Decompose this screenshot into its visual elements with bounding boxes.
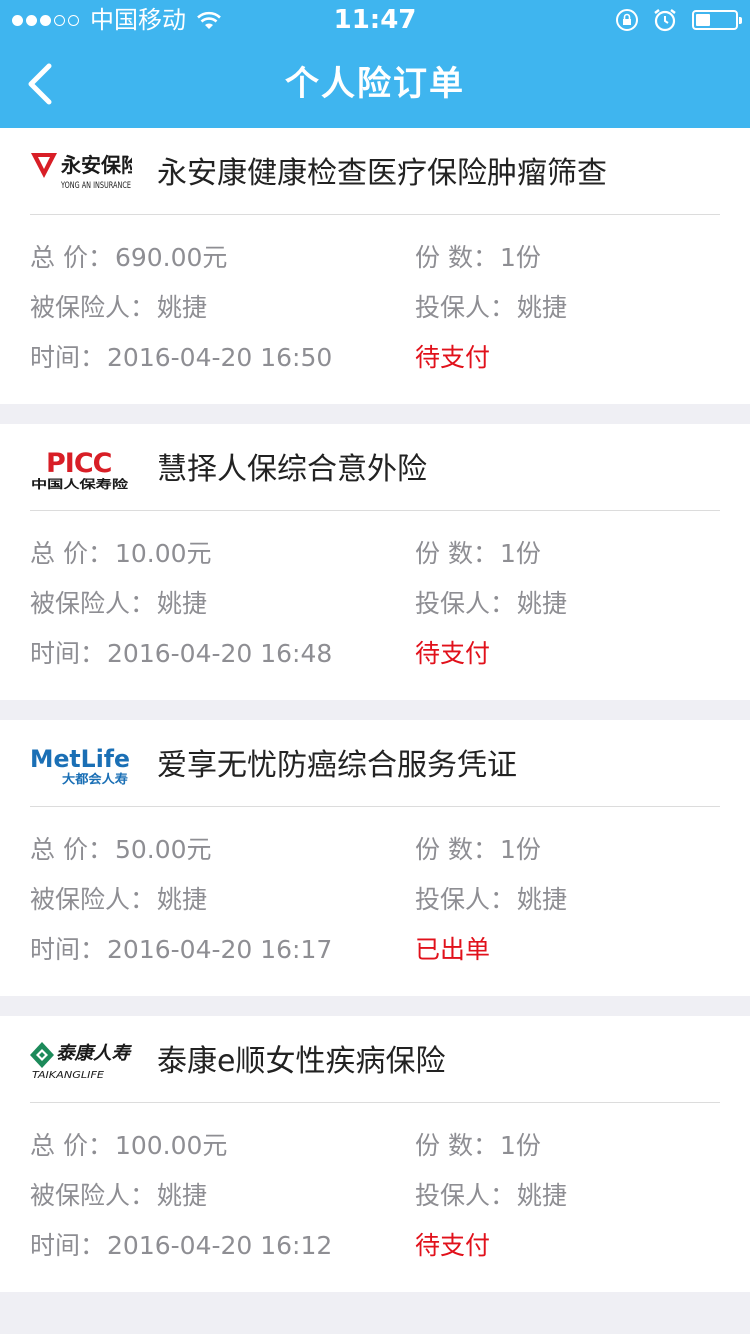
insured-label: 被保险人： bbox=[30, 589, 156, 618]
order-card-header: 永安保险 YONG AN INSURANCE 永安康健康检查医疗保险肿瘤筛查 bbox=[30, 128, 720, 215]
policyholder-label: 投保人： bbox=[415, 1181, 516, 1210]
insured-person: 被保险人：姚捷 bbox=[30, 883, 207, 917]
order-list: 永安保险 YONG AN INSURANCE 永安康健康检查医疗保险肿瘤筛查 总… bbox=[0, 128, 750, 1312]
svg-text:永安保险: 永安保险 bbox=[60, 153, 132, 177]
svg-text:YONG AN INSURANCE: YONG AN INSURANCE bbox=[60, 181, 131, 191]
order-time: 时间：2016-04-20 16:48 bbox=[30, 637, 332, 671]
total-price-label: 总 价： bbox=[30, 243, 113, 272]
policyholder-value: 姚捷 bbox=[517, 293, 568, 322]
product-name: 慧择人保综合意外险 bbox=[157, 452, 427, 487]
copies-value: 1份 bbox=[499, 243, 541, 272]
rotation-lock-icon bbox=[616, 9, 638, 31]
picc-logo: PICC 中国人保寿险 bbox=[31, 448, 129, 490]
copies-value: 1份 bbox=[499, 835, 541, 864]
policyholder-label: 投保人： bbox=[415, 589, 516, 618]
policyholder: 投保人：姚捷 bbox=[415, 587, 567, 621]
product-name: 泰康e顺女性疾病保险 bbox=[157, 1044, 446, 1079]
order-card[interactable]: PICC 中国人保寿险 慧择人保综合意外险 总 价：10.00元 份 数：1份 … bbox=[0, 424, 750, 700]
svg-text:大都会人寿: 大都会人寿 bbox=[62, 771, 128, 786]
policyholder: 投保人：姚捷 bbox=[415, 291, 567, 325]
insured-value: 姚捷 bbox=[157, 589, 208, 618]
copies: 份 数：1份 bbox=[415, 833, 541, 867]
order-status: 待支付 bbox=[415, 639, 491, 668]
svg-text:MetLife: MetLife bbox=[30, 745, 130, 773]
insured-value: 姚捷 bbox=[157, 293, 208, 322]
svg-text:泰康人寿: 泰康人寿 bbox=[56, 1043, 132, 1064]
total-price-label: 总 价： bbox=[30, 1131, 113, 1160]
product-name: 永安康健康检查医疗保险肿瘤筛查 bbox=[157, 156, 607, 191]
battery-icon bbox=[692, 10, 742, 30]
order-time-label: 时间： bbox=[30, 935, 106, 964]
order-time-value: 2016-04-20 16:50 bbox=[107, 343, 333, 372]
copies: 份 数：1份 bbox=[415, 537, 541, 571]
order-time-label: 时间： bbox=[30, 639, 106, 668]
order-time-value: 2016-04-20 16:12 bbox=[107, 1231, 333, 1260]
insured-value: 姚捷 bbox=[157, 1181, 208, 1210]
product-name: 爱享无忧防癌综合服务凭证 bbox=[157, 748, 517, 783]
total-price: 总 价：690.00元 bbox=[30, 241, 227, 275]
policyholder-label: 投保人： bbox=[415, 885, 516, 914]
order-card-header: MetLife 大都会人寿 爱享无忧防癌综合服务凭证 bbox=[30, 720, 720, 807]
insured-label: 被保险人： bbox=[30, 885, 156, 914]
copies: 份 数：1份 bbox=[415, 241, 541, 275]
order-time: 时间：2016-04-20 16:12 bbox=[30, 1229, 332, 1263]
order-time-label: 时间： bbox=[30, 1231, 106, 1260]
copies: 份 数：1份 bbox=[415, 1129, 541, 1163]
total-price-value: 10.00元 bbox=[114, 539, 212, 568]
copies-value: 1份 bbox=[499, 1131, 541, 1160]
order-status: 已出单 bbox=[415, 935, 491, 964]
total-price-label: 总 价： bbox=[30, 539, 113, 568]
insured-label: 被保险人： bbox=[30, 293, 156, 322]
insured-person: 被保险人：姚捷 bbox=[30, 587, 207, 621]
order-status: 待支付 bbox=[415, 1231, 491, 1260]
metlife-logo: MetLife 大都会人寿 bbox=[30, 745, 130, 786]
policyholder: 投保人：姚捷 bbox=[415, 1179, 567, 1213]
policyholder-label: 投保人： bbox=[415, 293, 516, 322]
svg-text:PICC: PICC bbox=[46, 448, 112, 479]
status-right bbox=[602, 6, 742, 34]
alarm-icon bbox=[654, 9, 676, 32]
total-price: 总 价：50.00元 bbox=[30, 833, 212, 867]
insured-value: 姚捷 bbox=[157, 885, 208, 914]
total-price-value: 50.00元 bbox=[114, 835, 212, 864]
order-card-header: PICC 中国人保寿险 慧择人保综合意外险 bbox=[30, 424, 720, 511]
order-time-value: 2016-04-20 16:48 bbox=[107, 639, 333, 668]
copies-value: 1份 bbox=[499, 539, 541, 568]
insured-person: 被保险人：姚捷 bbox=[30, 1179, 207, 1213]
taikang-life-logo: 泰康人寿 TAIKANGLIFE bbox=[30, 1042, 132, 1081]
order-time-value: 2016-04-20 16:17 bbox=[107, 935, 333, 964]
total-price: 总 价：100.00元 bbox=[30, 1129, 227, 1163]
insured-person: 被保险人：姚捷 bbox=[30, 291, 207, 325]
total-price-value: 100.00元 bbox=[114, 1131, 228, 1160]
page-title: 个人险订单 bbox=[285, 64, 465, 104]
order-card[interactable]: 泰康人寿 TAIKANGLIFE 泰康e顺女性疾病保险 总 价：100.00元 … bbox=[0, 1016, 750, 1292]
yongan-insurance-logo: 永安保险 YONG AN INSURANCE bbox=[31, 153, 132, 191]
policyholder-value: 姚捷 bbox=[517, 885, 568, 914]
insured-label: 被保险人： bbox=[30, 1181, 156, 1210]
copies-label: 份 数： bbox=[415, 1131, 498, 1160]
copies-label: 份 数： bbox=[415, 243, 498, 272]
status-bar: 中国移动 11:47 bbox=[0, 0, 750, 40]
policyholder-value: 姚捷 bbox=[517, 1181, 568, 1210]
nav-bar: 个人险订单 bbox=[0, 40, 750, 128]
order-card[interactable]: 永安保险 YONG AN INSURANCE 永安康健康检查医疗保险肿瘤筛查 总… bbox=[0, 128, 750, 404]
copies-label: 份 数： bbox=[415, 539, 498, 568]
svg-text:中国人保寿险: 中国人保寿险 bbox=[31, 477, 129, 490]
order-time: 时间：2016-04-20 16:50 bbox=[30, 341, 332, 375]
order-card[interactable]: MetLife 大都会人寿 爱享无忧防癌综合服务凭证 总 价：50.00元 份 … bbox=[0, 720, 750, 996]
svg-text:TAIKANGLIFE: TAIKANGLIFE bbox=[32, 1070, 105, 1081]
total-price: 总 价：10.00元 bbox=[30, 537, 212, 571]
order-card-header: 泰康人寿 TAIKANGLIFE 泰康e顺女性疾病保险 bbox=[30, 1016, 720, 1103]
total-price-value: 690.00元 bbox=[114, 243, 228, 272]
order-time-label: 时间： bbox=[30, 343, 106, 372]
policyholder-value: 姚捷 bbox=[517, 589, 568, 618]
copies-label: 份 数： bbox=[415, 835, 498, 864]
order-status: 待支付 bbox=[415, 343, 491, 372]
total-price-label: 总 价： bbox=[30, 835, 113, 864]
policyholder: 投保人：姚捷 bbox=[415, 883, 567, 917]
order-time: 时间：2016-04-20 16:17 bbox=[30, 933, 332, 967]
